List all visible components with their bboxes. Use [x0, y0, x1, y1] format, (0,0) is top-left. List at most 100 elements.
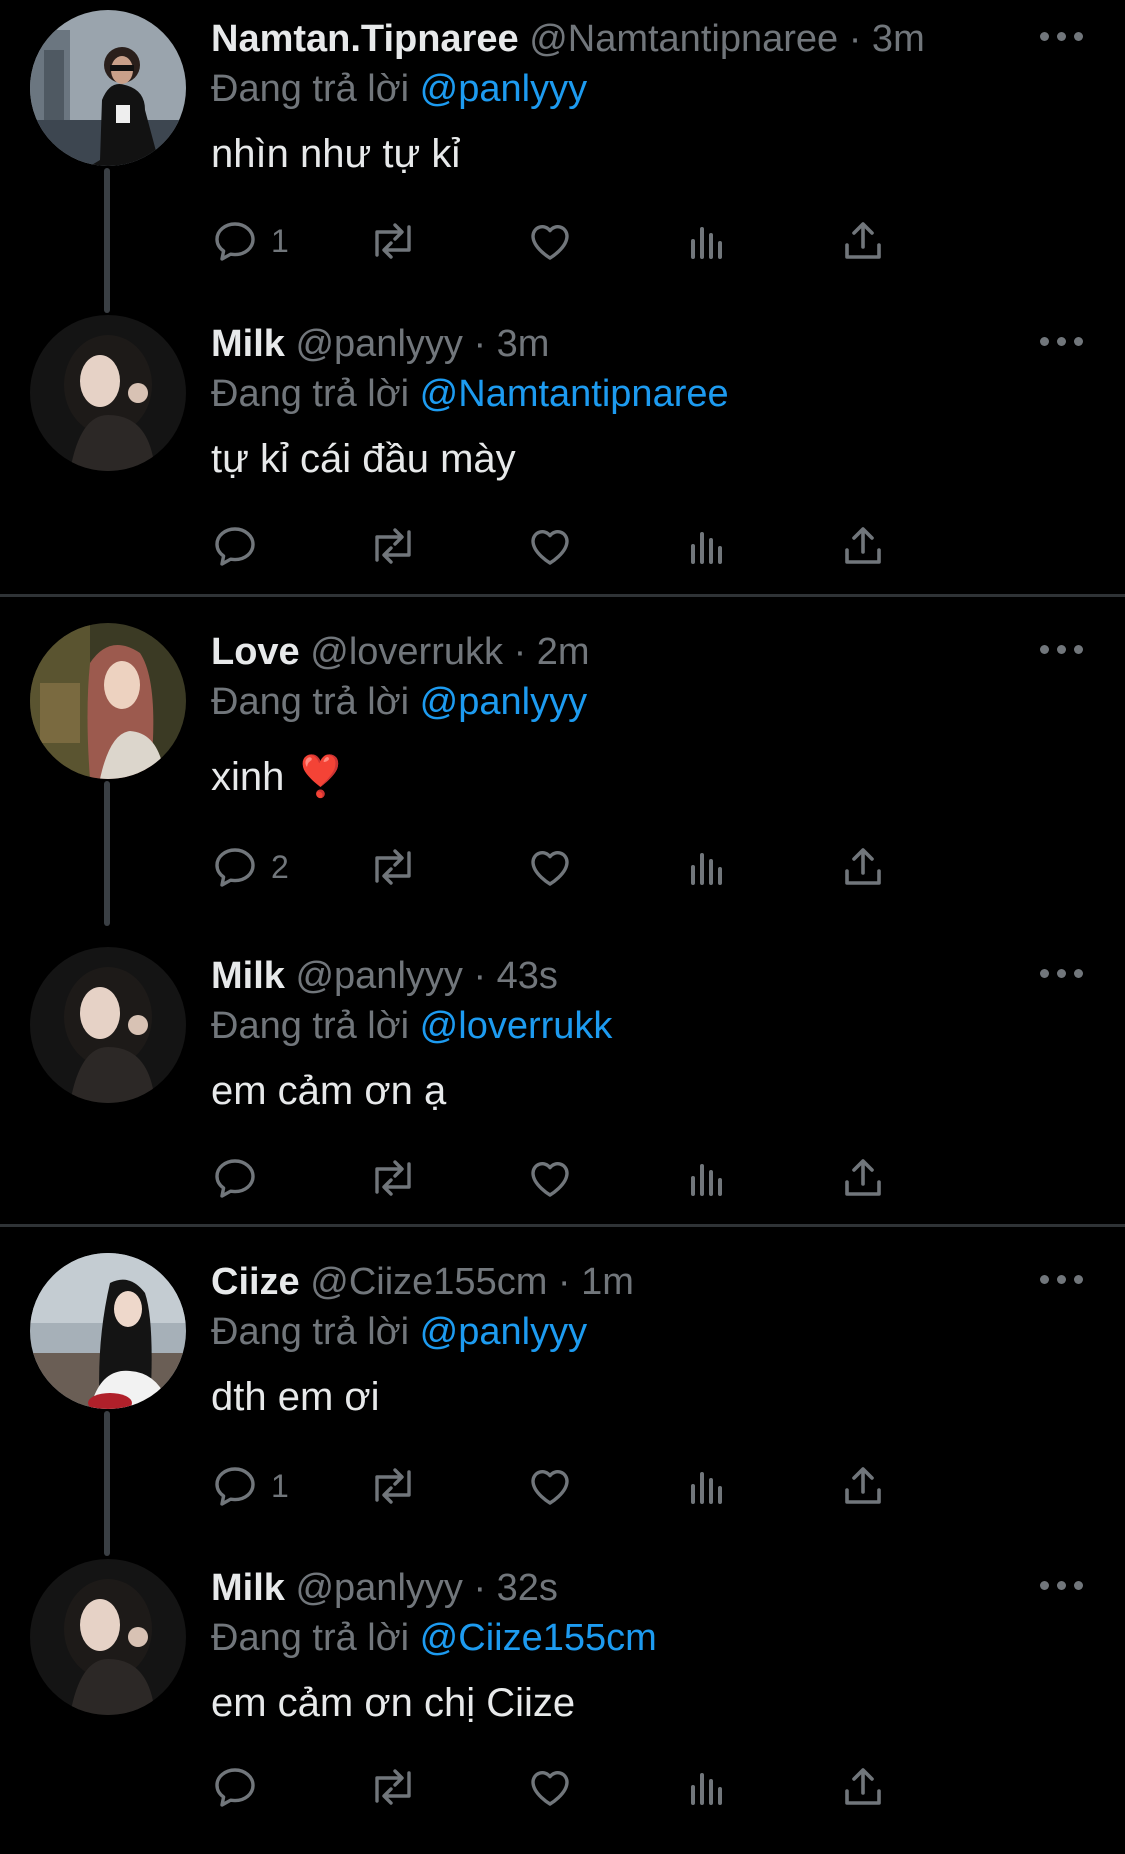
timestamp[interactable]: · 3m [473, 323, 549, 365]
timestamp[interactable]: · 43s [473, 955, 557, 997]
mention-link[interactable]: @panlyyy [420, 68, 587, 110]
views-button[interactable] [683, 1761, 731, 1813]
avatar[interactable] [30, 1559, 186, 1715]
display-name[interactable]: Milk [211, 323, 285, 365]
retweet-button[interactable] [366, 520, 420, 572]
reply-icon [215, 222, 255, 261]
tweet-text: dth em ơi [211, 1375, 380, 1419]
reply-icon [215, 1467, 255, 1506]
retweet-button[interactable] [366, 1460, 420, 1512]
action-bar: 1 [211, 1460, 1091, 1512]
reply-button[interactable] [211, 1761, 271, 1813]
views-button[interactable] [683, 520, 731, 572]
handle[interactable]: @Namtantipnaree [529, 18, 838, 60]
like-icon [531, 1771, 569, 1806]
handle[interactable]: @panlyyy [295, 323, 462, 365]
retweet-button[interactable] [366, 1152, 420, 1204]
views-button[interactable] [683, 1152, 731, 1204]
avatar[interactable] [30, 315, 186, 471]
retweet-icon [375, 1160, 411, 1196]
mention-link[interactable]: @panlyyy [420, 1311, 587, 1353]
tweet[interactable]: Milk @panlyyy · 3m Đang trả lời @Namtant… [0, 305, 1125, 610]
reply-button[interactable]: 1 [211, 1460, 289, 1512]
mention-link[interactable]: @Namtantipnaree [420, 373, 729, 415]
handle[interactable]: @panlyyy [295, 1567, 462, 1609]
action-bar: 2 [211, 841, 1091, 893]
reply-count: 1 [271, 1468, 289, 1504]
display-name[interactable]: Milk [211, 955, 285, 997]
like-icon [531, 851, 569, 886]
views-button[interactable] [683, 1460, 731, 1512]
mention-link[interactable]: @Ciize155cm [420, 1617, 657, 1659]
replying-to: Đang trả lời @panlyyy [211, 66, 587, 112]
tweet[interactable]: Milk @panlyyy · 43s Đang trả lời @loverr… [0, 937, 1125, 1242]
tweet-header: Love @loverrukk · 2m [211, 629, 590, 675]
tweet-text: nhìn như tự kỉ [211, 132, 461, 176]
avatar-image [30, 1559, 186, 1715]
handle[interactable]: @panlyyy [295, 955, 462, 997]
reply-button[interactable]: 1 [211, 215, 289, 267]
views-icon [691, 1472, 722, 1504]
share-button[interactable] [839, 1761, 887, 1813]
handle[interactable]: @loverrukk [310, 631, 503, 673]
views-button[interactable] [683, 841, 731, 893]
more-icon[interactable] [1040, 643, 1084, 657]
like-button[interactable] [526, 1761, 574, 1813]
reply-button[interactable] [211, 1152, 271, 1204]
reply-button[interactable] [211, 520, 271, 572]
replying-label: Đang trả lời [211, 1617, 410, 1659]
more-icon[interactable] [1040, 1273, 1084, 1287]
share-button[interactable] [839, 1152, 887, 1204]
display-name[interactable]: Namtan.Tipnaree [211, 18, 519, 60]
retweet-button[interactable] [366, 841, 420, 893]
tweet-text: em cảm ơn ạ [211, 1069, 447, 1113]
action-bar [211, 1152, 1091, 1204]
views-icon [691, 532, 722, 564]
avatar[interactable] [30, 1253, 186, 1409]
tweet[interactable]: Milk @panlyyy · 32s Đang trả lời @Ciize1… [0, 1549, 1125, 1854]
share-icon [845, 848, 881, 885]
timestamp[interactable]: · 32s [473, 1567, 557, 1609]
mention-link[interactable]: @loverrukk [420, 1005, 613, 1047]
replying-to: Đang trả lời @loverrukk [211, 1003, 612, 1049]
like-button[interactable] [526, 1460, 574, 1512]
like-button[interactable] [526, 841, 574, 893]
share-button[interactable] [839, 1460, 887, 1512]
tweet[interactable]: Ciize @Ciize155cm · 1m Đang trả lời @pan… [0, 1243, 1125, 1556]
tweet-text: xinh ❣️ [211, 755, 346, 799]
replying-label: Đang trả lời [211, 1005, 410, 1047]
like-button[interactable] [526, 520, 574, 572]
avatar[interactable] [30, 947, 186, 1103]
more-icon[interactable] [1040, 967, 1084, 981]
avatar[interactable] [30, 623, 186, 779]
mention-link[interactable]: @panlyyy [420, 681, 587, 723]
tweet-text: em cảm ơn chị Ciize [211, 1681, 576, 1725]
replying-label: Đang trả lời [211, 681, 410, 723]
display-name[interactable]: Love [211, 631, 300, 673]
retweet-button[interactable] [366, 215, 420, 267]
tweet[interactable]: Love @loverrukk · 2m Đang trả lời @panly… [0, 613, 1125, 926]
share-button[interactable] [839, 841, 887, 893]
retweet-button[interactable] [366, 1761, 420, 1813]
like-icon [531, 1162, 569, 1197]
views-button[interactable] [683, 215, 731, 267]
retweet-icon [375, 528, 411, 564]
more-icon[interactable] [1040, 30, 1084, 44]
avatar-image [30, 1253, 186, 1409]
display-name[interactable]: Milk [211, 1567, 285, 1609]
more-icon[interactable] [1040, 335, 1084, 349]
share-button[interactable] [839, 520, 887, 572]
avatar[interactable] [30, 10, 186, 166]
timestamp[interactable]: · 3m [849, 18, 925, 60]
tweet[interactable]: Namtan.Tipnaree @Namtantipnaree · 3m Đan… [0, 0, 1125, 313]
like-button[interactable] [526, 215, 574, 267]
display-name[interactable]: Ciize [211, 1261, 300, 1303]
timestamp[interactable]: · 2m [514, 631, 590, 673]
like-button[interactable] [526, 1152, 574, 1204]
share-icon [845, 527, 881, 564]
handle[interactable]: @Ciize155cm [310, 1261, 547, 1303]
share-button[interactable] [839, 215, 887, 267]
more-icon[interactable] [1040, 1579, 1084, 1593]
reply-button[interactable]: 2 [211, 841, 289, 893]
timestamp[interactable]: · 1m [558, 1261, 634, 1303]
